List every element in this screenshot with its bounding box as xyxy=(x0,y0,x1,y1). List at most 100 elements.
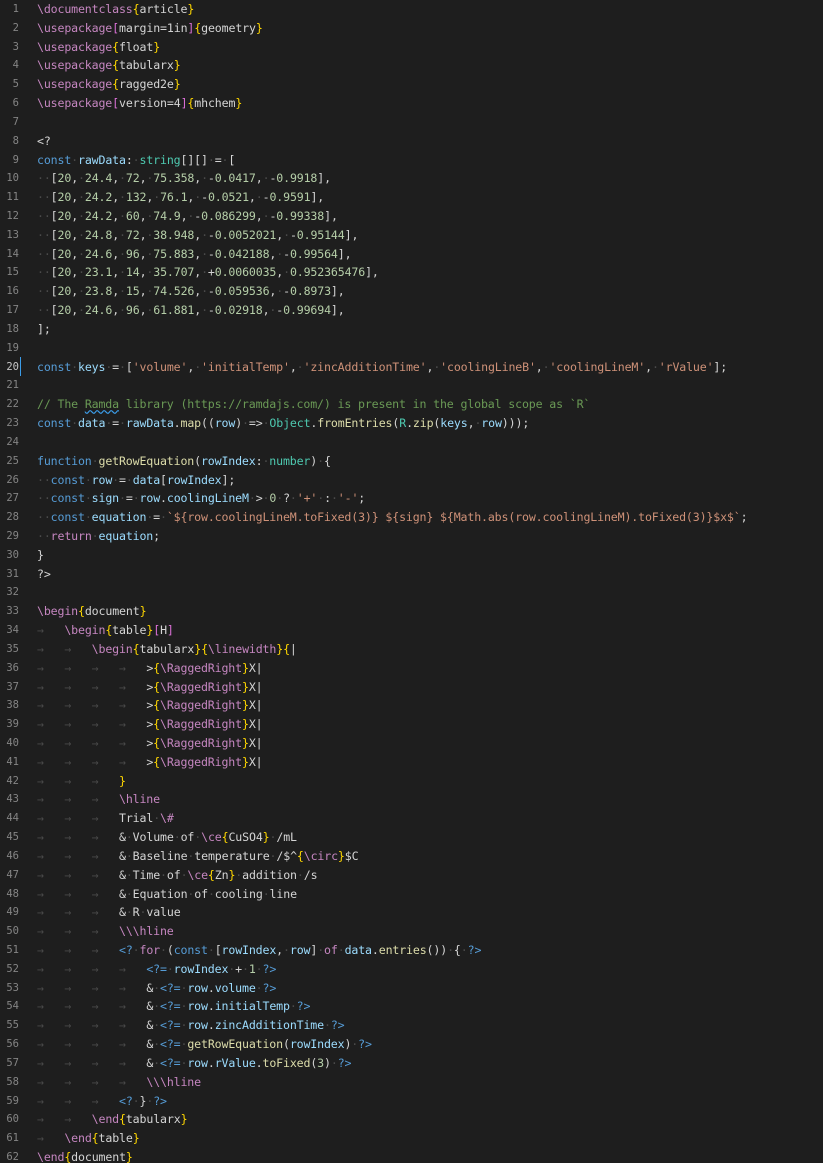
code-line[interactable]: 50 → → → \\\hline xyxy=(0,922,823,941)
code-line[interactable]: 36 → → → → >{\RaggedRight}X| xyxy=(0,659,823,678)
code-text[interactable]: → → → \\\hline xyxy=(37,922,174,941)
code-line[interactable]: 47 → → → &·Time·of·\ce{Zn}·addition·/s xyxy=(0,866,823,885)
code-line[interactable]: 53 → → → → &·<?=·row.volume·?> xyxy=(0,979,823,998)
code-text[interactable]: \usepackage[margin=1in]{geometry} xyxy=(37,19,263,38)
code-text[interactable]: → → → → >{\RaggedRight}X| xyxy=(37,715,263,734)
code-text[interactable]: → → → → <?=·rowIndex·+·1·?> xyxy=(37,960,276,979)
code-text[interactable]: ··[20,·24.6,·96,·61.881,·-0.02918,·-0.99… xyxy=(37,301,345,320)
code-line[interactable]: 5 \usepackage{ragged2e} xyxy=(0,75,823,94)
code-line[interactable]: 19 xyxy=(0,339,823,358)
code-line[interactable]: 59 → → → <?·}·?> xyxy=(0,1092,823,1111)
code-text[interactable]: \usepackage{tabularx} xyxy=(37,56,181,75)
code-line[interactable]: 58 → → → → \\\hline xyxy=(0,1073,823,1092)
code-line[interactable]: 6 \usepackage[version=4]{mhchem} xyxy=(0,94,823,113)
code-text[interactable]: ··[20,·23.1,·14,·35.707,·+0.0060035,·0.9… xyxy=(37,263,379,282)
code-line[interactable]: 49 → → → &·R·value xyxy=(0,903,823,922)
code-text[interactable]: → → → → >{\RaggedRight}X| xyxy=(37,659,263,678)
code-line[interactable]: 38 → → → → >{\RaggedRight}X| xyxy=(0,696,823,715)
code-line[interactable]: 23 const·data·=·rawData.map((row)·=>·Obje… xyxy=(0,414,823,433)
code-text[interactable]: ··[20,·23.8,·15,·74.526,·-0.059536,·-0.8… xyxy=(37,282,345,301)
code-line[interactable]: 15 ··[20,·23.1,·14,·35.707,·+0.0060035,·0… xyxy=(0,263,823,282)
code-line[interactable]: 34 → \begin{table}[H] xyxy=(0,621,823,640)
code-line[interactable]: 22 // The Ramda library (https://ramdajs.… xyxy=(0,395,823,414)
code-text[interactable]: \usepackage[version=4]{mhchem} xyxy=(37,94,242,113)
code-text[interactable]: ··[20,·24.2,·132,·76.1,·-0.0521,·-0.9591… xyxy=(37,188,324,207)
code-line[interactable]: 40 → → → → >{\RaggedRight}X| xyxy=(0,734,823,753)
code-text[interactable]: → → → &·R·value xyxy=(37,903,181,922)
code-line[interactable]: 42 → → → } xyxy=(0,772,823,791)
code-text[interactable]: ··const·equation·=·`${row.coolingLineM.t… xyxy=(37,508,748,527)
code-line[interactable]: 4 \usepackage{tabularx} xyxy=(0,56,823,75)
code-text[interactable]: → → → &·Volume·of·\ce{CuSO4}·/mL xyxy=(37,828,297,847)
code-line[interactable]: 3 \usepackage{float} xyxy=(0,38,823,57)
code-line[interactable]: 2 \usepackage[margin=1in]{geometry} xyxy=(0,19,823,38)
code-line[interactable]: 48 → → → &·Equation·of·cooling·line xyxy=(0,885,823,904)
code-text[interactable]: ··[20,·24.4,·72,·75.358,·-0.0417,·-0.991… xyxy=(37,169,331,188)
code-text[interactable]: const·data·=·rawData.map((row)·=>·Object… xyxy=(37,414,529,433)
code-text[interactable]: → → → → &·<?=·getRowEquation(rowIndex)·?… xyxy=(37,1035,372,1054)
code-text[interactable]: ··const·row·=·data[rowIndex]; xyxy=(37,471,235,490)
code-text[interactable]: const·rawData:·string[][]·=·[ xyxy=(37,151,235,170)
code-line[interactable]: 41 → → → → >{\RaggedRight}X| xyxy=(0,753,823,772)
code-line[interactable]: 56 → → → → &·<?=·getRowEquation(rowIndex)… xyxy=(0,1035,823,1054)
code-line[interactable]: 1 \documentclass{article} xyxy=(0,0,823,19)
code-line[interactable]: 43 → → → \hline xyxy=(0,790,823,809)
code-text[interactable]: → \end{table} xyxy=(37,1129,140,1148)
code-text[interactable]: → → → → >{\RaggedRight}X| xyxy=(37,753,263,772)
code-text[interactable]: const·keys·=·['volume',·'initialTemp',·'… xyxy=(37,358,727,377)
code-text[interactable]: <? xyxy=(37,132,51,151)
code-line[interactable]: 26 ··const·row·=·data[rowIndex]; xyxy=(0,471,823,490)
code-line[interactable]: 18]; xyxy=(0,320,823,339)
code-text[interactable]: → → \end{tabularx} xyxy=(37,1110,188,1129)
code-text[interactable]: → → → → &·<?=·row.rValue.toFixed(3)·?> xyxy=(37,1054,352,1073)
code-text[interactable]: \usepackage{ragged2e} xyxy=(37,75,181,94)
code-line[interactable]: 35 → → \begin{tabularx}{\linewidth}{| xyxy=(0,640,823,659)
code-text[interactable]: → → → → &·<?=·row.initialTemp·?> xyxy=(37,997,310,1016)
code-text[interactable]: → \begin{table}[H] xyxy=(37,621,174,640)
code-line[interactable]: 39 → → → → >{\RaggedRight}X| xyxy=(0,715,823,734)
code-line[interactable]: 12 ··[20,·24.2,·60,·74.9,·-0.086299,·-0.9… xyxy=(0,207,823,226)
code-line[interactable]: 32 xyxy=(0,583,823,602)
code-text[interactable]: → → → } xyxy=(37,772,126,791)
code-text[interactable]: → → → → >{\RaggedRight}X| xyxy=(37,678,263,697)
code-line[interactable]: 17 ··[20,·24.6,·96,·61.881,·-0.02918,·-0.… xyxy=(0,301,823,320)
code-text[interactable]: → → → &·Baseline·temperature·/$^{\circ}$… xyxy=(37,847,359,866)
code-text[interactable]: ?> xyxy=(37,565,51,584)
code-text[interactable]: } xyxy=(37,546,44,565)
code-text[interactable]: → → → → >{\RaggedRight}X| xyxy=(37,734,263,753)
code-line[interactable]: 7 xyxy=(0,113,823,132)
code-text[interactable]: → → → <?·for·(const·[rowIndex,·row]·of·d… xyxy=(37,941,481,960)
code-text[interactable]: → → \begin{tabularx}{\linewidth}{| xyxy=(37,640,297,659)
code-text[interactable]: → → → → &·<?=·row.volume·?> xyxy=(37,979,276,998)
code-line[interactable]: 10 ··[20,·24.4,·72,·75.358,·-0.0417,·-0.9… xyxy=(0,169,823,188)
code-text[interactable]: // The Ramda library (https://ramdajs.co… xyxy=(37,395,590,414)
code-line[interactable]: 16 ··[20,·23.8,·15,·74.526,·-0.059536,·-0… xyxy=(0,282,823,301)
code-text[interactable]: → → → &·Time·of·\ce{Zn}·addition·/s xyxy=(37,866,318,885)
code-text[interactable]: ··return·equation; xyxy=(37,527,160,546)
code-text[interactable]: ··[20,·24.2,·60,·74.9,·-0.086299,·-0.993… xyxy=(37,207,338,226)
code-text[interactable]: ]; xyxy=(37,320,51,339)
code-line[interactable]: 14 ··[20,·24.6,·96,·75.883,·-0.042188,·-0… xyxy=(0,245,823,264)
code-line[interactable]: 61 → \end{table} xyxy=(0,1129,823,1148)
code-editor[interactable]: 1 \documentclass{article} 2 \usepackage[mar… xyxy=(0,0,823,1163)
code-line[interactable]: 8 <? xyxy=(0,132,823,151)
code-line[interactable]: 21 xyxy=(0,376,823,395)
code-line[interactable]: 27 ··const·sign·=·row.coolingLineM·>·0·?·… xyxy=(0,489,823,508)
code-line[interactable]: 11 ··[20,·24.2,·132,·76.1,·-0.0521,·-0.95… xyxy=(0,188,823,207)
code-text[interactable]: → → → → >{\RaggedRight}X| xyxy=(37,696,263,715)
code-text[interactable]: \usepackage{float} xyxy=(37,38,160,57)
code-line[interactable]: 25 function·getRowEquation(rowIndex:·numb… xyxy=(0,452,823,471)
code-line[interactable]: 9 const·rawData:·string[][]·=·[ xyxy=(0,151,823,170)
code-line[interactable]: 29 ··return·equation; xyxy=(0,527,823,546)
code-line[interactable]: 46 → → → &·Baseline·temperature·/$^{\circ… xyxy=(0,847,823,866)
code-line[interactable]: 52 → → → → <?=·rowIndex·+·1·?> xyxy=(0,960,823,979)
code-text[interactable]: function·getRowEquation(rowIndex:·number… xyxy=(37,452,331,471)
code-line[interactable]: 24 xyxy=(0,433,823,452)
code-line[interactable]: 13 ··[20,·24.8,·72,·38.948,·-0.0052021,·-… xyxy=(0,226,823,245)
code-text[interactable]: → → → → \\\hline xyxy=(37,1073,201,1092)
code-text[interactable]: ··[20,·24.6,·96,·75.883,·-0.042188,·-0.9… xyxy=(37,245,352,264)
code-line[interactable]: 51 → → → <?·for·(const·[rowIndex,·row]·of… xyxy=(0,941,823,960)
code-line[interactable]: 33 \begin{document} xyxy=(0,602,823,621)
code-text[interactable]: → → → \hline xyxy=(37,790,160,809)
code-line[interactable]: 54 → → → → &·<?=·row.initialTemp·?> xyxy=(0,997,823,1016)
